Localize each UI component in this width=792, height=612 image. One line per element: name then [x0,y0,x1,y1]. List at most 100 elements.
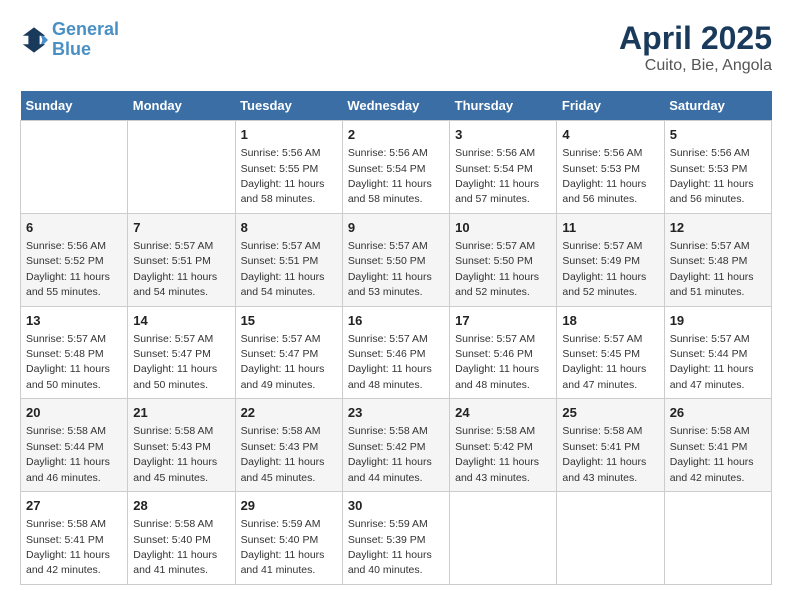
header-monday: Monday [128,91,235,121]
calendar-cell: 30 Sunrise: 5:59 AM Sunset: 5:39 PM Dayl… [342,492,449,585]
sunset-text: Sunset: 5:53 PM [562,163,640,175]
sunrise-text: Sunrise: 5:57 AM [670,240,750,252]
sunrise-text: Sunrise: 5:58 AM [670,425,750,437]
calendar-cell [21,121,128,214]
sunrise-text: Sunrise: 5:57 AM [562,240,642,252]
calendar-cell: 6 Sunrise: 5:56 AM Sunset: 5:52 PM Dayli… [21,213,128,306]
sunset-text: Sunset: 5:49 PM [562,255,640,267]
calendar-cell: 12 Sunrise: 5:57 AM Sunset: 5:48 PM Dayl… [664,213,771,306]
calendar-cell [557,492,664,585]
calendar-header-row: Sunday Monday Tuesday Wednesday Thursday… [21,91,772,121]
sunset-text: Sunset: 5:44 PM [670,348,748,360]
daylight-text: Daylight: 11 hours and 58 minutes. [241,178,325,205]
sunset-text: Sunset: 5:55 PM [241,163,319,175]
day-number: 8 [241,219,337,237]
daylight-text: Daylight: 11 hours and 50 minutes. [133,363,217,390]
calendar-cell: 8 Sunrise: 5:57 AM Sunset: 5:51 PM Dayli… [235,213,342,306]
daylight-text: Daylight: 11 hours and 43 minutes. [455,456,539,483]
sunset-text: Sunset: 5:52 PM [26,255,104,267]
calendar-cell: 22 Sunrise: 5:58 AM Sunset: 5:43 PM Dayl… [235,399,342,492]
sunset-text: Sunset: 5:48 PM [670,255,748,267]
sunset-text: Sunset: 5:54 PM [455,163,533,175]
sunrise-text: Sunrise: 5:57 AM [562,333,642,345]
sunset-text: Sunset: 5:41 PM [562,441,640,453]
day-number: 18 [562,312,658,330]
day-number: 2 [348,126,444,144]
sunset-text: Sunset: 5:43 PM [133,441,211,453]
day-number: 4 [562,126,658,144]
day-number: 15 [241,312,337,330]
sunrise-text: Sunrise: 5:58 AM [241,425,321,437]
header-friday: Friday [557,91,664,121]
daylight-text: Daylight: 11 hours and 46 minutes. [26,456,110,483]
logo-icon [20,26,48,54]
daylight-text: Daylight: 11 hours and 52 minutes. [455,271,539,298]
daylight-text: Daylight: 11 hours and 48 minutes. [455,363,539,390]
sunrise-text: Sunrise: 5:57 AM [348,240,428,252]
calendar-cell: 3 Sunrise: 5:56 AM Sunset: 5:54 PM Dayli… [450,121,557,214]
daylight-text: Daylight: 11 hours and 45 minutes. [133,456,217,483]
sunset-text: Sunset: 5:47 PM [241,348,319,360]
day-number: 25 [562,404,658,422]
logo: General Blue [20,20,119,60]
day-number: 1 [241,126,337,144]
calendar-cell [450,492,557,585]
calendar-cell: 7 Sunrise: 5:57 AM Sunset: 5:51 PM Dayli… [128,213,235,306]
calendar-cell: 9 Sunrise: 5:57 AM Sunset: 5:50 PM Dayli… [342,213,449,306]
daylight-text: Daylight: 11 hours and 40 minutes. [348,549,432,576]
calendar-subtitle: Cuito, Bie, Angola [619,57,772,75]
daylight-text: Daylight: 11 hours and 52 minutes. [562,271,646,298]
day-number: 12 [670,219,766,237]
calendar-cell [664,492,771,585]
day-number: 21 [133,404,229,422]
daylight-text: Daylight: 11 hours and 58 minutes. [348,178,432,205]
calendar-cell: 26 Sunrise: 5:58 AM Sunset: 5:41 PM Dayl… [664,399,771,492]
sunset-text: Sunset: 5:40 PM [133,534,211,546]
sunrise-text: Sunrise: 5:56 AM [26,240,106,252]
daylight-text: Daylight: 11 hours and 56 minutes. [562,178,646,205]
sunrise-text: Sunrise: 5:56 AM [455,147,535,159]
daylight-text: Daylight: 11 hours and 55 minutes. [26,271,110,298]
calendar-cell: 20 Sunrise: 5:58 AM Sunset: 5:44 PM Dayl… [21,399,128,492]
calendar-cell: 21 Sunrise: 5:58 AM Sunset: 5:43 PM Dayl… [128,399,235,492]
daylight-text: Daylight: 11 hours and 41 minutes. [241,549,325,576]
sunrise-text: Sunrise: 5:58 AM [26,518,106,530]
daylight-text: Daylight: 11 hours and 47 minutes. [670,363,754,390]
calendar-week-3: 13 Sunrise: 5:57 AM Sunset: 5:48 PM Dayl… [21,306,772,399]
daylight-text: Daylight: 11 hours and 47 minutes. [562,363,646,390]
sunset-text: Sunset: 5:45 PM [562,348,640,360]
day-number: 24 [455,404,551,422]
calendar-cell: 4 Sunrise: 5:56 AM Sunset: 5:53 PM Dayli… [557,121,664,214]
day-number: 10 [455,219,551,237]
header-saturday: Saturday [664,91,771,121]
sunrise-text: Sunrise: 5:56 AM [241,147,321,159]
calendar-cell: 2 Sunrise: 5:56 AM Sunset: 5:54 PM Dayli… [342,121,449,214]
calendar-cell: 23 Sunrise: 5:58 AM Sunset: 5:42 PM Dayl… [342,399,449,492]
sunset-text: Sunset: 5:42 PM [348,441,426,453]
daylight-text: Daylight: 11 hours and 44 minutes. [348,456,432,483]
daylight-text: Daylight: 11 hours and 54 minutes. [241,271,325,298]
daylight-text: Daylight: 11 hours and 53 minutes. [348,271,432,298]
sunrise-text: Sunrise: 5:58 AM [562,425,642,437]
sunset-text: Sunset: 5:51 PM [133,255,211,267]
calendar-cell: 15 Sunrise: 5:57 AM Sunset: 5:47 PM Dayl… [235,306,342,399]
sunset-text: Sunset: 5:40 PM [241,534,319,546]
sunrise-text: Sunrise: 5:57 AM [133,333,213,345]
sunrise-text: Sunrise: 5:56 AM [562,147,642,159]
sunset-text: Sunset: 5:51 PM [241,255,319,267]
sunset-text: Sunset: 5:54 PM [348,163,426,175]
daylight-text: Daylight: 11 hours and 49 minutes. [241,363,325,390]
day-number: 19 [670,312,766,330]
sunrise-text: Sunrise: 5:59 AM [348,518,428,530]
day-number: 22 [241,404,337,422]
day-number: 3 [455,126,551,144]
header-sunday: Sunday [21,91,128,121]
day-number: 14 [133,312,229,330]
sunset-text: Sunset: 5:48 PM [26,348,104,360]
day-number: 17 [455,312,551,330]
calendar-cell: 18 Sunrise: 5:57 AM Sunset: 5:45 PM Dayl… [557,306,664,399]
calendar-table: Sunday Monday Tuesday Wednesday Thursday… [20,91,772,585]
title-block: April 2025 Cuito, Bie, Angola [619,20,772,75]
sunrise-text: Sunrise: 5:58 AM [133,425,213,437]
day-number: 28 [133,497,229,515]
